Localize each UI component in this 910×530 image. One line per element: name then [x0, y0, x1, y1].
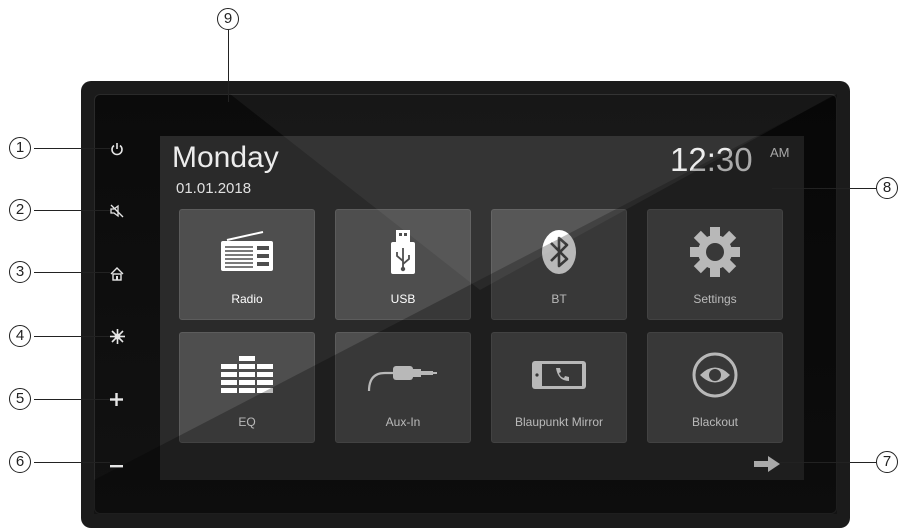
app-tile-label: Blackout	[691, 415, 739, 429]
app-tile-label: Settings	[693, 292, 737, 306]
eye-icon	[648, 351, 782, 399]
app-tile-label: Blaupunkt Mirror	[514, 415, 604, 429]
callout-leader	[34, 148, 110, 149]
callout-1: 1	[9, 137, 31, 159]
minus-icon[interactable]	[109, 457, 124, 472]
phone-mirror-icon	[492, 351, 626, 399]
app-tile-usb[interactable]: USB	[335, 209, 471, 320]
power-icon[interactable]	[110, 142, 124, 159]
callout-leader	[34, 336, 110, 337]
callout-4: 4	[9, 325, 31, 347]
app-tile-aux-in[interactable]: Aux-In	[335, 332, 471, 443]
callout-leader	[228, 30, 229, 102]
date-label: 01.01.2018	[176, 180, 252, 197]
mute-icon[interactable]	[110, 204, 124, 221]
app-tile-label: Aux-In	[385, 415, 421, 429]
clock-ampm: AM	[770, 145, 790, 160]
arrow-right-icon[interactable]	[754, 456, 780, 477]
app-tile-radio[interactable]: Radio	[179, 209, 315, 320]
callout-6: 6	[9, 451, 31, 473]
callout-3: 3	[9, 261, 31, 283]
app-tile-bt[interactable]: BT	[491, 209, 627, 320]
callout-leader	[780, 462, 876, 463]
app-tile-settings[interactable]: Settings	[647, 209, 783, 320]
app-tile-blackout[interactable]: Blackout	[647, 332, 783, 443]
bluetooth-icon	[492, 228, 626, 276]
callout-leader	[34, 210, 110, 211]
callout-2: 2	[9, 199, 31, 221]
home-icon[interactable]	[110, 267, 124, 284]
callout-7: 7	[876, 451, 898, 473]
sun-icon[interactable]	[110, 329, 125, 347]
aux-cable-icon	[336, 351, 470, 399]
callout-leader	[34, 399, 110, 400]
touchscreen[interactable]: Monday 01.01.2018 12:30 AM Radio USB BT …	[160, 136, 804, 480]
equalizer-icon	[180, 351, 314, 399]
callout-5: 5	[9, 388, 31, 410]
usb-icon	[336, 228, 470, 276]
callout-leader	[34, 462, 110, 463]
callout-leader	[34, 272, 110, 273]
app-tile-label: USB	[390, 292, 416, 306]
app-tile-label: BT	[551, 292, 567, 306]
gear-icon	[648, 227, 782, 277]
clock-time: 12:30	[670, 141, 753, 178]
day-label: Monday	[172, 141, 279, 174]
app-tile-label: Radio	[231, 292, 263, 306]
radio-icon	[180, 228, 314, 276]
app-tile-blaupunkt-mirror[interactable]: Blaupunkt Mirror	[491, 332, 627, 443]
app-tile-eq[interactable]: EQ	[179, 332, 315, 443]
callout-8: 8	[876, 177, 898, 199]
callout-9: 9	[217, 8, 239, 30]
app-tile-label: EQ	[238, 415, 256, 429]
plus-icon[interactable]	[109, 392, 124, 410]
callout-leader	[772, 188, 876, 189]
